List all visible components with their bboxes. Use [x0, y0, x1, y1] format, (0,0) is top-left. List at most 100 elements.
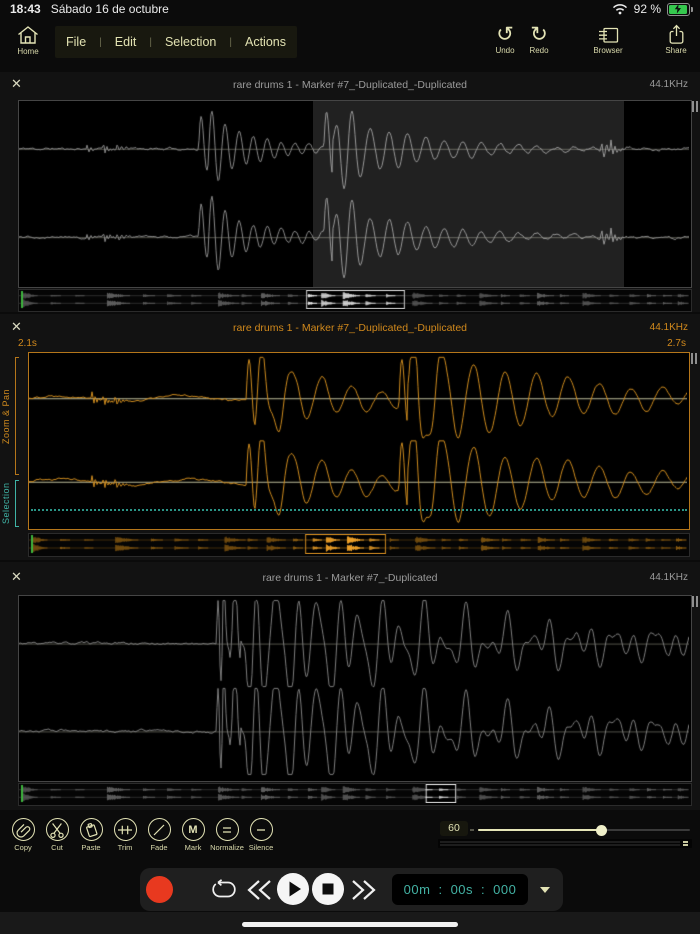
zoom-slider-value: 60	[440, 821, 468, 836]
waveform-view-3[interactable]	[18, 595, 692, 782]
selection-zone-label: Selection	[1, 478, 11, 528]
silence-label: Silence	[249, 843, 274, 852]
selection-bracket	[15, 480, 19, 527]
stop-icon	[312, 873, 344, 905]
overview-canvas-3[interactable]	[19, 784, 689, 803]
zoom-slider-thumb[interactable]	[596, 825, 607, 836]
panel-1-sample-rate: 44.1KHz	[650, 79, 688, 90]
menu-separator: |	[149, 37, 152, 48]
waveform-canvas-1[interactable]	[19, 101, 689, 285]
copy-label: Copy	[14, 843, 32, 852]
clipboard-icon	[82, 821, 100, 839]
home-label: Home	[17, 47, 38, 56]
time-separator: :	[438, 882, 442, 897]
stop-button[interactable]	[312, 873, 344, 905]
silence-icon	[252, 821, 270, 839]
menu-separator: |	[99, 37, 102, 48]
redo-icon: ↻	[530, 25, 548, 45]
overview-canvas-1[interactable]	[19, 290, 689, 309]
view-start-time: 2.1s	[18, 338, 37, 349]
copy-button[interactable]: Copy	[6, 818, 40, 852]
undo-icon: ↺	[496, 25, 514, 45]
menu-bar: File | Edit | Selection | Actions	[55, 26, 297, 58]
share-icon	[667, 24, 686, 45]
browser-icon	[597, 26, 620, 45]
forward-icon[interactable]	[350, 879, 377, 901]
time-format-dropdown[interactable]	[540, 887, 550, 893]
overview-strip-1[interactable]	[18, 289, 692, 312]
browser-button[interactable]: Browser	[586, 26, 630, 55]
redo-button[interactable]: ↻ Redo	[517, 25, 561, 55]
play-button[interactable]	[277, 873, 309, 905]
time-seconds: 00s	[451, 882, 473, 897]
home-indicator[interactable]	[242, 922, 458, 927]
scroll-indicator-1	[692, 101, 700, 112]
trim-icon	[116, 821, 134, 839]
rewind-icon[interactable]	[246, 879, 273, 901]
record-button[interactable]	[146, 876, 173, 903]
normalize-label: Normalize	[210, 843, 244, 852]
menu-selection[interactable]: Selection	[165, 35, 216, 49]
zoom-slider[interactable]	[478, 829, 690, 831]
scroll-indicator-2	[691, 353, 699, 364]
edit-toolbar: Copy Cut Paste Trim Fade M Mark Normaliz…	[6, 818, 278, 852]
waveform-view-2[interactable]	[28, 352, 690, 530]
drag-handle-bar[interactable]	[438, 839, 692, 848]
home-button[interactable]: Home	[6, 24, 50, 56]
undo-label: Undo	[495, 46, 514, 55]
status-time: 18:43	[10, 2, 41, 16]
waveform-canvas-2[interactable]	[29, 353, 687, 527]
normalize-icon	[218, 821, 236, 839]
wifi-icon	[612, 3, 628, 15]
fade-icon	[150, 821, 168, 839]
overview-strip-2[interactable]	[28, 533, 690, 557]
overview-canvas-2[interactable]	[29, 534, 687, 554]
panel-3-sample-rate: 44.1KHz	[650, 572, 688, 583]
paste-button[interactable]: Paste	[74, 818, 108, 852]
zoom-slider-fill	[478, 829, 602, 831]
view-end-time: 2.7s	[667, 338, 686, 349]
zoom-pan-bracket	[15, 357, 19, 475]
scissors-icon	[48, 821, 66, 839]
share-label: Share	[665, 46, 686, 55]
slider-tick	[470, 829, 474, 831]
cut-button[interactable]: Cut	[40, 818, 74, 852]
time-display: 00m : 00s : 000	[392, 874, 528, 905]
cut-label: Cut	[51, 843, 63, 852]
mark-button[interactable]: M Mark	[176, 818, 210, 852]
waveform-view-1[interactable]	[18, 100, 692, 288]
status-date: Sábado 16 de octubre	[51, 2, 169, 16]
transport-bar: 00m : 00s : 000	[140, 868, 563, 911]
scroll-indicator-3	[692, 596, 700, 607]
panel-1-title: rare drums 1 - Marker #7_-Duplicated_-Du…	[0, 79, 700, 91]
menu-separator: |	[229, 37, 232, 48]
browser-label: Browser	[593, 46, 622, 55]
overview-strip-3[interactable]	[18, 783, 692, 806]
normalize-button[interactable]: Normalize	[210, 818, 244, 852]
paste-label: Paste	[81, 843, 100, 852]
fade-label: Fade	[150, 843, 167, 852]
play-icon	[277, 873, 309, 905]
panel-2-sample-rate: 44.1KHz	[650, 322, 688, 333]
time-separator: :	[481, 882, 485, 897]
menu-actions[interactable]: Actions	[245, 35, 286, 49]
panel-2-title: rare drums 1 - Marker #7_-Duplicated_-Du…	[0, 322, 700, 334]
trim-button[interactable]: Trim	[108, 818, 142, 852]
home-icon	[15, 24, 41, 46]
panel-3-title: rare drums 1 - Marker #7_-Duplicated	[0, 572, 700, 584]
battery-percent: 92 %	[634, 2, 661, 16]
loop-icon[interactable]	[208, 879, 240, 901]
menu-edit[interactable]: Edit	[115, 35, 137, 49]
fade-button[interactable]: Fade	[142, 818, 176, 852]
time-milliseconds: 000	[493, 882, 516, 897]
paperclip-icon	[14, 820, 33, 839]
mark-label: Mark	[185, 843, 202, 852]
status-bar: 18:43 Sábado 16 de octubre 92 %	[0, 0, 700, 18]
silence-button[interactable]: Silence	[244, 818, 278, 852]
trim-label: Trim	[118, 843, 133, 852]
menu-file[interactable]: File	[66, 35, 86, 49]
zoom-pan-zone-label: Zoom & Pan	[1, 357, 11, 475]
redo-label: Redo	[529, 46, 548, 55]
waveform-canvas-3[interactable]	[19, 596, 689, 779]
share-button[interactable]: Share	[654, 24, 698, 55]
